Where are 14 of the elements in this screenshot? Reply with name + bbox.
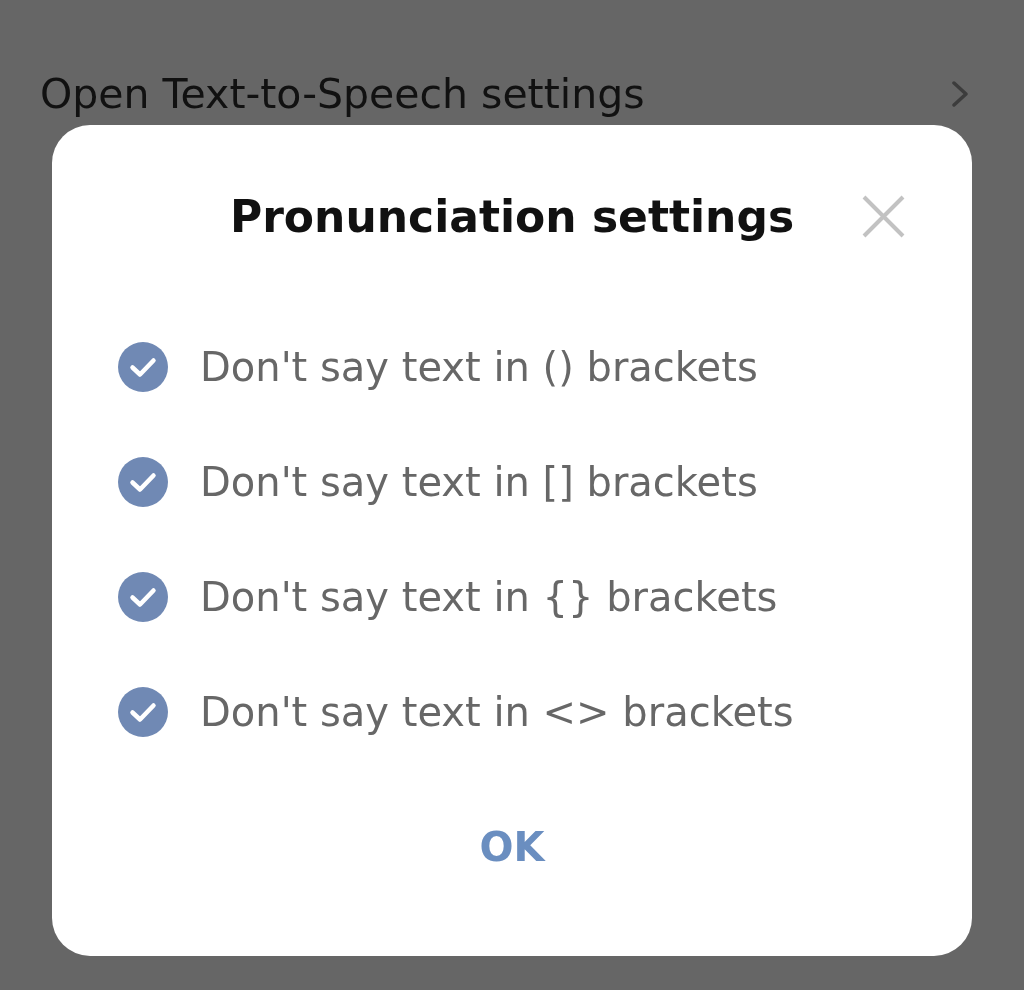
close-icon xyxy=(862,194,905,238)
option-label: Don't say text in {} brackets xyxy=(200,573,778,620)
close-button[interactable] xyxy=(862,194,905,238)
checkbox-icon[interactable] xyxy=(118,456,168,507)
dialog-title: Pronunciation settings xyxy=(229,190,795,242)
checkbox-icon[interactable] xyxy=(118,341,168,392)
settings-row[interactable]: Open Text-to-Speech settings xyxy=(40,62,968,125)
chevron-icon xyxy=(952,80,968,107)
ok-button[interactable]: OK xyxy=(465,816,559,878)
option-label: Don't say text in () brackets xyxy=(200,343,758,390)
option-label: Don't say text in <> brackets xyxy=(200,688,794,735)
option-label: Don't say text in [] brackets xyxy=(200,458,758,505)
checkbox-icon[interactable] xyxy=(118,571,168,622)
checkbox-icon[interactable] xyxy=(118,686,168,737)
